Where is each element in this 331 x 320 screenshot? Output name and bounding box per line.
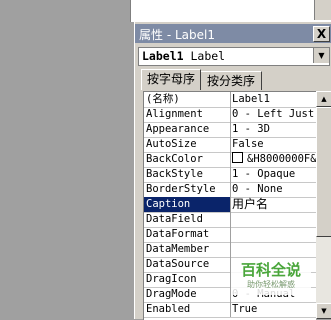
- property-row[interactable]: DataFormat: [144, 227, 316, 243]
- property-row[interactable]: Caption 用户名: [144, 197, 316, 213]
- property-name: Alignment: [144, 107, 231, 122]
- property-value[interactable]: 0 - None: [232, 182, 316, 197]
- property-name: DragIcon: [144, 272, 231, 287]
- scroll-thumb[interactable]: [316, 107, 331, 237]
- tab-categorized[interactable]: 按分类序: [201, 71, 262, 90]
- property-value[interactable]: [232, 212, 316, 227]
- scroll-down-button[interactable]: ▼: [316, 303, 331, 319]
- property-name: DragMode: [144, 287, 231, 302]
- title-bar[interactable]: 属性 - Label1 X: [135, 24, 331, 43]
- property-grid-scrollbar[interactable]: ▲ ▼: [316, 91, 331, 319]
- property-row[interactable]: BorderStyle 0 - None: [144, 182, 316, 198]
- watermark-subtitle: 助你轻松解惑: [247, 280, 295, 289]
- property-name: DataField: [144, 212, 231, 227]
- property-name: Enabled: [144, 302, 231, 317]
- property-value[interactable]: &H8000000F&: [232, 152, 316, 167]
- close-button[interactable]: X: [313, 26, 330, 42]
- tab-alphabetic[interactable]: 按字母序: [141, 69, 201, 90]
- property-value[interactable]: Label1: [232, 92, 316, 107]
- property-name: Caption: [144, 197, 231, 212]
- property-name: BackColor: [144, 152, 231, 167]
- property-value[interactable]: False: [232, 137, 316, 152]
- color-swatch-icon: [232, 152, 243, 163]
- property-value[interactable]: 1 - 3D: [232, 122, 316, 137]
- property-row[interactable]: BackColor &H8000000F&: [144, 152, 316, 168]
- property-value[interactable]: 1 - Opaque: [232, 167, 316, 182]
- property-name: DataFormat: [144, 227, 231, 242]
- property-value-text: &H8000000F&: [247, 153, 316, 165]
- property-name: DataMember: [144, 242, 231, 257]
- chevron-down-icon[interactable]: ▼: [313, 48, 329, 63]
- property-name: DataSource: [144, 257, 231, 272]
- property-name: Appearance: [144, 122, 231, 137]
- property-name: AutoSize: [144, 137, 231, 152]
- properties-window: 属性 - Label1 X Label1 Label ▼ 按字母序 按分类序 (…: [134, 22, 331, 320]
- scroll-up-button[interactable]: ▲: [316, 91, 331, 107]
- object-type: Label: [190, 49, 226, 63]
- property-row[interactable]: DataField: [144, 212, 316, 228]
- object-name: Label1: [142, 49, 184, 63]
- property-name: BorderStyle: [144, 182, 231, 197]
- property-name: (名称): [144, 92, 231, 107]
- property-value[interactable]: [232, 227, 316, 242]
- property-row[interactable]: (名称) Label1: [144, 92, 316, 108]
- previous-panel-scrollbar[interactable]: [314, 0, 331, 20]
- object-selector-dropdown[interactable]: Label1 Label ▼: [138, 47, 330, 66]
- property-row[interactable]: BackStyle 1 - Opaque: [144, 167, 316, 183]
- property-value[interactable]: True: [232, 302, 316, 317]
- property-row[interactable]: DataMember: [144, 242, 316, 258]
- previous-panel-bottom: [130, 0, 331, 22]
- property-value[interactable]: 0 - Left Just: [232, 107, 316, 122]
- property-name: BackStyle: [144, 167, 231, 182]
- property-row[interactable]: Alignment 0 - Left Just: [144, 107, 316, 123]
- object-selector-value: Label1 Label: [142, 49, 225, 63]
- watermark-title: 百科全说: [240, 261, 301, 279]
- window-title: 属性 - Label1: [139, 28, 215, 42]
- property-row[interactable]: Appearance 1 - 3D: [144, 122, 316, 138]
- property-value[interactable]: [232, 242, 316, 257]
- property-row[interactable]: Enabled True: [144, 302, 316, 318]
- property-value-input[interactable]: 用户名: [232, 197, 316, 212]
- property-row[interactable]: AutoSize False: [144, 137, 316, 153]
- watermark-logo: 百科全说 助你轻松解惑: [231, 259, 311, 295]
